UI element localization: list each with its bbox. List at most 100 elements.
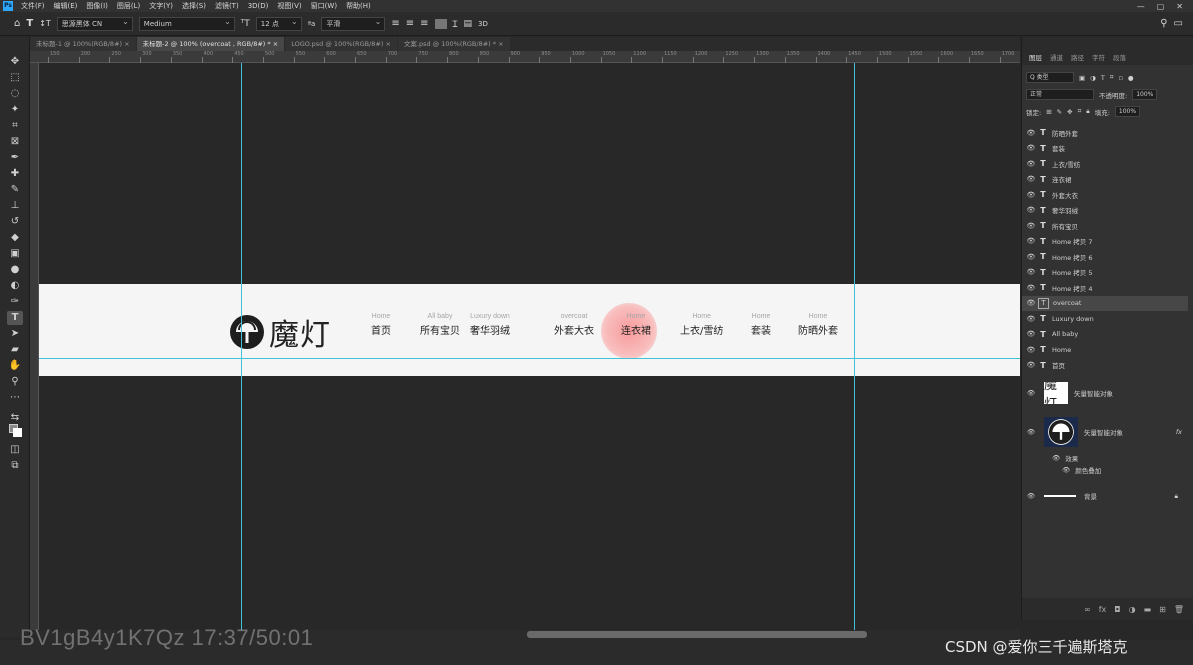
layer-vector-icon[interactable]: 👁︎ 矢量智能对象 fx — [1022, 411, 1188, 453]
guide-line-left[interactable] — [241, 63, 242, 630]
eyedropper-icon[interactable]: ✒ — [7, 151, 23, 165]
nav-item-overcoat[interactable]: overcoat 外套大衣 — [554, 313, 594, 337]
layer-background[interactable]: 👁︎ 背景 🔒︎ — [1022, 483, 1188, 509]
new-layer-icon[interactable]: ⊞ — [1159, 605, 1166, 614]
magic-wand-icon[interactable]: ✦ — [7, 103, 23, 117]
eye-icon[interactable]: 👁︎ — [1024, 428, 1038, 436]
menu-file[interactable]: 文件(F) — [21, 1, 45, 11]
tab-character[interactable]: 字符 — [1092, 51, 1105, 65]
text-color-swatch[interactable] — [434, 18, 447, 29]
eye-icon[interactable]: 👁︎ — [1024, 299, 1038, 307]
layer-vector-logo[interactable]: 👁︎ 魔灯 矢量智能对象 — [1022, 375, 1188, 411]
screen-mode-icon[interactable]: ⧉ — [7, 459, 23, 473]
eye-icon[interactable]: 👁︎ — [1024, 253, 1038, 261]
layer-row[interactable]: 👁︎ T 所有宝贝 — [1022, 218, 1188, 234]
layer-row[interactable]: 👁︎ T Home 拷贝 7 — [1022, 234, 1188, 250]
healing-brush-icon[interactable]: ✚ — [7, 167, 23, 181]
fx-icon[interactable]: fx — [1176, 428, 1182, 436]
nav-item-sun-protection[interactable]: Home 防晒外套 — [798, 313, 838, 337]
pen-tool-icon[interactable]: ✑ — [7, 295, 23, 309]
align-left-icon[interactable]: ≡ — [391, 18, 399, 29]
filter-pixel-icon[interactable]: ▣ — [1079, 74, 1085, 82]
minimize-button[interactable]: — — [1137, 2, 1145, 11]
layer-filter-select[interactable]: Q 类型 — [1026, 72, 1074, 83]
tab-layers[interactable]: 图层 — [1029, 51, 1042, 65]
lock-position-icon[interactable]: ✥ — [1067, 108, 1072, 116]
eye-icon[interactable]: 👁︎ — [1024, 160, 1038, 168]
nav-item-luxury-down[interactable]: Luxury down 奢华羽绒 — [470, 313, 510, 337]
move-tool-icon[interactable]: ✥ — [7, 55, 23, 69]
effects-row[interactable]: 👁︎ 效果 — [1052, 453, 1078, 463]
filter-adjust-icon[interactable]: ◑ — [1090, 74, 1096, 82]
eye-icon[interactable]: 👁︎ — [1024, 315, 1038, 323]
crop-tool-icon[interactable]: ⌗ — [7, 119, 23, 133]
eye-icon[interactable]: 👁︎ — [1024, 268, 1038, 276]
close-button[interactable]: ✕ — [1176, 2, 1183, 11]
quick-mask-icon[interactable]: ◫ — [7, 443, 23, 457]
shape-tool-icon[interactable]: ▰ — [7, 343, 23, 357]
character-panel-icon[interactable]: ▤ — [464, 19, 473, 29]
lock-pixels-icon[interactable]: ✎ — [1057, 108, 1062, 116]
close-icon[interactable]: × — [124, 40, 129, 48]
filter-shape-icon[interactable]: ⌗ — [1110, 73, 1114, 82]
eye-icon[interactable]: 👁︎ — [1024, 129, 1038, 137]
eye-icon[interactable]: 👁︎ — [1024, 144, 1038, 152]
font-size-select[interactable]: 12 点 — [255, 16, 302, 31]
nav-item-tops[interactable]: Home 上衣/雪纺 — [680, 313, 723, 337]
blend-mode-select[interactable]: 正常 — [1026, 89, 1094, 100]
lock-artboard-icon[interactable]: ⌗ — [1078, 107, 1082, 116]
layer-row[interactable]: 👁︎ T Home 拷贝 6 — [1022, 249, 1188, 265]
layer-row[interactable]: 👁︎ T Luxury down — [1022, 311, 1188, 327]
menu-select[interactable]: 选择(S) — [182, 1, 206, 11]
type-tool-preset-icon[interactable]: T — [26, 18, 33, 29]
opacity-input[interactable]: 100% — [1132, 89, 1158, 100]
tab-paths[interactable]: 路径 — [1071, 51, 1084, 65]
eraser-tool-icon[interactable]: ◆ — [7, 231, 23, 245]
menu-window[interactable]: 窗口(W) — [311, 1, 337, 11]
layer-row[interactable]: 👁︎ T Home 拷贝 4 — [1022, 280, 1188, 296]
tab-channels[interactable]: 通道 — [1050, 51, 1063, 65]
filter-smart-icon[interactable]: ▫ — [1118, 74, 1122, 82]
vertical-ruler[interactable] — [30, 63, 39, 630]
layer-row[interactable]: 👁︎ T 首页 — [1022, 358, 1188, 374]
font-family-select[interactable]: 思源黑体 CN — [56, 16, 133, 31]
guide-line-horizontal[interactable] — [39, 358, 1020, 359]
home-icon[interactable]: ⌂ — [14, 18, 20, 29]
menu-help[interactable]: 帮助(H) — [346, 1, 371, 11]
eye-icon[interactable]: 👁︎ — [1024, 175, 1038, 183]
layer-row[interactable]: 👁︎ T 连衣裙 — [1022, 172, 1188, 188]
workspace-icon[interactable]: ▭ — [1174, 18, 1183, 29]
eye-icon[interactable]: 👁︎ — [1062, 466, 1070, 474]
nav-item-all-baby[interactable]: All baby 所有宝贝 — [420, 313, 460, 337]
layer-row[interactable]: 👁︎ T 套装 — [1022, 141, 1188, 157]
guide-line-right[interactable] — [854, 63, 855, 630]
menu-view[interactable]: 视图(V) — [277, 1, 301, 11]
dodge-tool-icon[interactable]: ◐ — [7, 279, 23, 293]
eye-icon[interactable]: 👁︎ — [1024, 284, 1038, 292]
align-center-icon[interactable]: ≡ — [406, 18, 414, 29]
anti-alias-select[interactable]: 平滑 — [321, 16, 386, 31]
doc-tab-4[interactable]: 文案.psd @ 100%(RGB/8#) * × — [397, 37, 510, 51]
delete-layer-icon[interactable]: 🗑︎ — [1174, 605, 1184, 614]
menu-layer[interactable]: 图层(L) — [117, 1, 140, 11]
lasso-tool-icon[interactable]: ◌ — [7, 87, 23, 101]
adjustment-layer-icon[interactable]: ◑ — [1129, 605, 1136, 614]
eye-icon[interactable]: 👁︎ — [1024, 191, 1038, 199]
menu-type[interactable]: 文字(Y) — [149, 1, 173, 11]
warp-text-icon[interactable]: Ɪ — [453, 17, 458, 30]
doc-tab-3[interactable]: LOGO.psd @ 100%(RGB/8#) × — [285, 37, 397, 51]
menu-edit[interactable]: 编辑(E) — [54, 1, 78, 11]
layer-row[interactable]: 👁︎ T 防晒外套 — [1022, 125, 1188, 141]
foreground-background-color[interactable] — [7, 423, 23, 437]
close-icon[interactable]: × — [498, 40, 503, 48]
brush-tool-icon[interactable]: ✎ — [7, 183, 23, 197]
lock-all-icon[interactable]: 🔒︎ — [1086, 107, 1089, 116]
clone-stamp-icon[interactable]: ⊥ — [7, 199, 23, 213]
nav-item-dress[interactable]: Home 连衣裙 — [621, 313, 651, 337]
eye-icon[interactable]: 👁︎ — [1024, 206, 1038, 214]
fill-input[interactable]: 100% — [1114, 106, 1141, 117]
layer-row[interactable]: 👁︎ T Home 拷贝 5 — [1022, 265, 1188, 281]
font-style-select[interactable]: Medium — [138, 16, 235, 31]
zoom-tool-icon[interactable]: ⚲ — [7, 375, 23, 389]
nav-item-home[interactable]: Home 首页 — [371, 313, 391, 337]
